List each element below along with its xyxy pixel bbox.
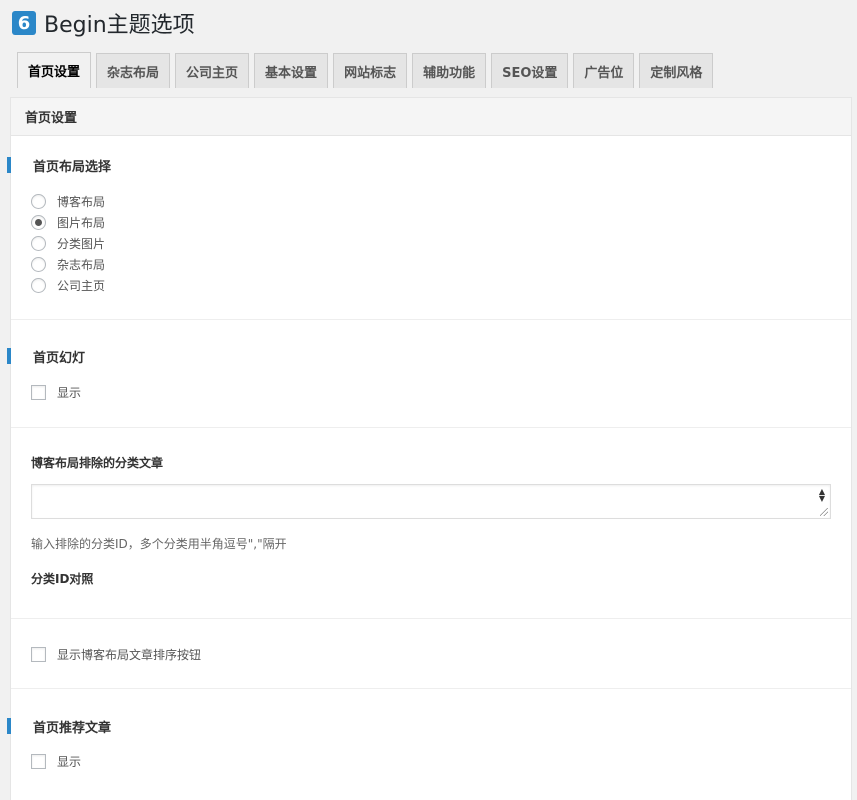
theme-logo-icon: 6: [12, 11, 36, 35]
section-marker: [7, 157, 11, 173]
resize-grip-icon[interactable]: [820, 508, 828, 516]
slideshow-show-option[interactable]: 显示: [31, 383, 81, 401]
layout-option-magazine[interactable]: 杂志布局: [31, 255, 105, 273]
tab-ads[interactable]: 广告位: [573, 53, 635, 88]
recommended-show-option[interactable]: 显示: [31, 752, 81, 770]
tab-company-home[interactable]: 公司主页: [175, 53, 250, 88]
slideshow-checkbox[interactable]: [31, 384, 46, 400]
layout-option-company[interactable]: 公司主页: [31, 276, 105, 294]
tab-home-settings[interactable]: 首页设置: [17, 52, 92, 88]
layout-option-category-image[interactable]: 分类图片: [31, 234, 105, 252]
tab-auxiliary[interactable]: 辅助功能: [412, 53, 487, 88]
tab-bar: 首页设置 杂志布局 公司主页 基本设置 网站标志 辅助功能 SEO设置 广告位 …: [17, 52, 718, 88]
settings-panel: 首页设置 首页布局选择 博客布局 图片布局 分类图片 杂志布局 公司主页 首页幻…: [7, 97, 852, 800]
tab-basic-settings[interactable]: 基本设置: [254, 53, 329, 88]
section-marker: [7, 348, 11, 364]
tab-custom-style[interactable]: 定制风格: [639, 53, 714, 88]
layout-option-image[interactable]: 图片布局: [31, 213, 105, 231]
exclude-description: 输入排除的分类ID，多个分类用半角逗号","隔开: [31, 537, 287, 551]
exclude-heading: 博客布局排除的分类文章: [31, 456, 164, 470]
radio-button-selected[interactable]: [31, 214, 46, 230]
recommended-heading: 首页推荐文章: [33, 721, 112, 736]
layout-section: 首页布局选择 博客布局 图片布局 分类图片 杂志布局 公司主页: [7, 136, 851, 320]
recommended-section: 首页推荐文章 显示: [7, 689, 851, 800]
radio-button[interactable]: [31, 193, 46, 209]
radio-button[interactable]: [31, 277, 46, 293]
section-marker: [7, 718, 11, 734]
sort-button-checkbox[interactable]: [31, 646, 46, 662]
radio-button[interactable]: [31, 235, 46, 251]
layout-option-blog[interactable]: 博客布局: [31, 192, 105, 210]
page-header: 6 Begin主题选项: [12, 8, 195, 38]
category-id-reference: 分类ID对照: [31, 572, 94, 586]
sort-button-option[interactable]: 显示博客布局文章排序按钮: [31, 645, 201, 663]
tab-seo[interactable]: SEO设置: [491, 53, 569, 88]
radio-button[interactable]: [31, 256, 46, 272]
recommended-checkbox[interactable]: [31, 753, 46, 769]
tab-magazine-layout[interactable]: 杂志布局: [96, 53, 171, 88]
exclude-categories-textarea[interactable]: ▲ ▼: [31, 484, 831, 519]
exclude-section: 博客布局排除的分类文章 ▲ ▼ 输入排除的分类ID，多个分类用半角逗号","隔开 …: [11, 428, 851, 619]
panel-title: 首页设置: [11, 98, 851, 136]
layout-heading: 首页布局选择: [33, 160, 112, 175]
sort-button-section: 显示博客布局文章排序按钮: [11, 619, 851, 689]
slideshow-section: 首页幻灯 显示: [7, 320, 851, 428]
page-title: Begin主题选项: [44, 13, 195, 38]
spinner-arrows-icon[interactable]: ▲ ▼: [818, 488, 826, 503]
slideshow-heading: 首页幻灯: [33, 351, 86, 366]
tab-site-logo[interactable]: 网站标志: [333, 53, 408, 88]
